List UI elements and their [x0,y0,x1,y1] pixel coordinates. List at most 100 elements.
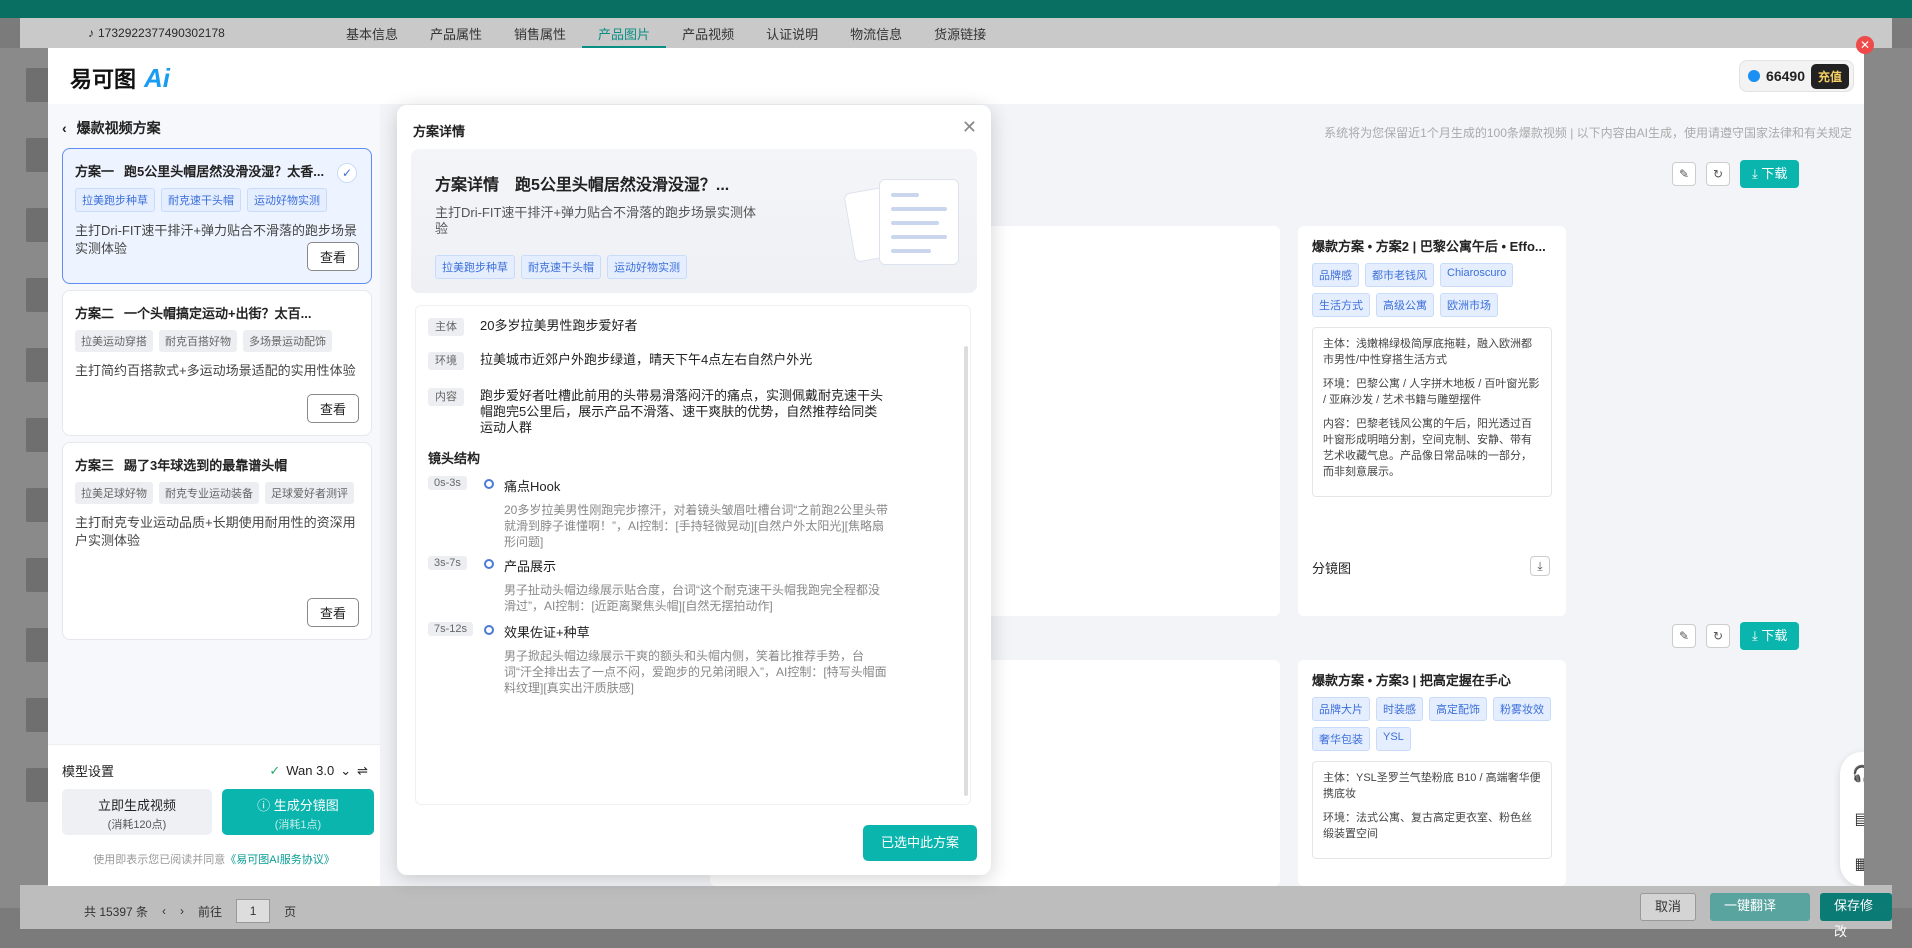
model-select[interactable]: ✓ Wan 3.0 ⌄ ⇌ [269,761,368,780]
shot-name: 痛点Hook [504,479,561,494]
plan-tag: 都市老钱风 [1365,263,1434,287]
model-label: 模型设置 [62,764,115,779]
next-page-icon[interactable]: › [180,904,184,918]
topup-button[interactable]: 充值 [1810,63,1849,89]
plan-card-1[interactable]: 方案一 跑5公里头帽居然没滑没湿？太香... ✓ 拉美跑步种草 耐克速干头帽 运动… [62,148,372,284]
timeline-dot-icon [484,625,494,635]
detail-hero-desc: 主打Dri-FIT速干排汗+弹力贴合不滑落的跑步场景实测体验 [435,205,757,236]
detail-panel-title: 方案详情 [413,124,466,139]
product-thumbnail [26,348,50,382]
background-right-panel [1862,48,1912,908]
back-icon[interactable]: ‹ [62,120,67,136]
help-icon: ⓘ [257,798,274,813]
product-thumbnail [26,138,50,172]
plan-tag: YSL [1376,727,1411,751]
shot-desc: 20多岁拉美男性刚跑完步擦汗，对着镜头皱眉吐槽台词“之前跑2公里头带就滑到脖子谁… [504,503,889,549]
detail-body: 主体 20多岁拉美男性跑步爱好者 环境 拉美城市近郊户外跑步绿道，晴天下午4点左… [415,305,971,805]
plan2-env: 环境：巴黎公寓 / 人字拼木地板 / 百叶窗光影 / 亚麻沙发 / 艺术书籍与雕… [1323,378,1540,406]
product-edit-tabbar: ♪ 1732922377490302178 基本信息 产品属性 销售属性 产品图片… [20,18,1892,48]
headset-icon[interactable]: 🎧 [1852,764,1864,784]
plan-card-3[interactable]: 方案三 踢了3年球选到的最靠谱头帽 拉美足球好物 耐克专业运动装备 足球爱好者测评… [62,442,372,640]
settings-sliders-icon[interactable]: ⇌ [357,763,368,779]
plan3-details: 主体：YSL圣罗兰气垫粉底 B10 / 高端奢华便携底妆 环境：法式公寓、复古高… [1312,761,1552,859]
confirm-plan-button[interactable]: 已选中此方案 [862,825,977,861]
view-button[interactable]: 查看 [306,394,359,423]
generate-storyboard-button[interactable]: ⓘ 生成分镜图 (消耗1点) [222,789,374,835]
page-input[interactable]: 1 [236,899,271,923]
plan-tag: 品牌感 [1312,263,1359,287]
total-count: 共 15397 条 [84,904,149,919]
detail-subject-row: 主体 20多岁拉美男性跑步爱好者 [428,318,888,336]
close-icon[interactable]: ✕ [962,117,977,138]
env-label: 环境 [428,352,464,370]
plan-card-desc: 主打简约百搭款式+多运动场景适配的实用性体验 [75,363,356,378]
save-button[interactable]: 保存修改 [1820,893,1892,939]
detail-content-row: 内容 跑步爱好者吐槽此前用的头带易滑落闷汗的痛点，实测佩戴耐克速干头帽跑完5公里… [428,388,888,436]
plan-tag: Chiaroscuro [1440,263,1514,287]
edit-icon[interactable]: ✎ [1672,162,1696,186]
generate-video-button[interactable]: 立即生成视频 (消耗120点) [62,789,212,835]
tab-product-images[interactable]: 产品图片 [582,18,667,48]
plan-tag: 耐克专业运动装备 [159,482,259,504]
plan-tag: 奢华包装 [1312,727,1370,751]
plan-tag: 高级公寓 [1376,293,1434,317]
download-icon[interactable]: ⤓ [1530,556,1550,576]
storyboard-label: 分镜图 [1312,561,1352,576]
scrollbar[interactable] [964,346,968,796]
pagination: 共 15397 条 ‹ › 前往 1 页 [84,899,296,923]
tab-certification[interactable]: 认证说明 [750,18,834,48]
download-icon: ⤓ [1752,166,1762,181]
tab-source-link[interactable]: 货源链接 [918,18,1002,48]
tab-sales-attrs[interactable]: 销售属性 [498,18,582,48]
plan-detail-panel: 方案详情 ✕ 方案详情 跑5公里头帽居然没滑没湿？... 主打Dri-FIT速干排… [397,105,991,875]
shot-item: 0s-3s 痛点Hook 20多岁拉美男性刚跑完步擦汗，对着镜头皱眉吐槽台词“之… [428,476,928,556]
product-thumbnail [26,558,50,592]
tab-basic-info[interactable]: 基本信息 [330,18,414,48]
tab-logistics[interactable]: 物流信息 [834,18,918,48]
edit-icon[interactable]: ✎ [1672,624,1696,648]
refresh-icon[interactable]: ↻ [1706,624,1730,648]
download-icon: ⤓ [1752,628,1762,643]
shot-desc: 男子扯动头帽边缘展示贴合度，台词“这个耐克速干头帽我跑完全程都没滑过”，AI控制… [504,583,880,613]
plan-card-title: 方案二 一个头帽搞定运动+出街？太百... [75,306,312,321]
refresh-icon[interactable]: ↻ [1706,162,1730,186]
plan-card-2[interactable]: 方案二 一个头帽搞定运动+出街？太百... 拉美运动穿搭 耐克百搭好物 多场景运动… [62,290,372,436]
plan-tag: 耐克百搭好物 [159,330,237,352]
view-button[interactable]: 查看 [306,242,359,271]
close-icon[interactable]: ✕ [1856,36,1874,54]
prev-page-icon[interactable]: ‹ [162,904,166,918]
document-illustration-icon [843,179,959,269]
plan2-subject: 主体：浅嫩棉绿极简厚底拖鞋，融入欧洲都市男性/中性穿搭生活方式 [1323,338,1532,366]
book-icon[interactable]: ▤ [1854,809,1864,829]
plan2-title: 爆款方案 • 方案2 | 巴黎公寓午后 • Effo... [1312,239,1546,254]
subject-label: 主体 [428,318,464,336]
plan-tag: 欧洲市场 [1440,293,1498,317]
plan-tag: 时装感 [1376,697,1423,721]
cancel-button[interactable]: 取消 [1640,893,1697,921]
shot-name: 效果佐证+种草 [504,625,590,640]
agreement-link[interactable]: 《易可图AI服务协议》 [225,854,334,866]
check-icon: ✓ [337,163,357,183]
shot-item: 7s-12s 效果佐证+种草 男子掀起头帽边缘展示干爽的额头和头帽内侧，笑着比推… [428,622,928,712]
tab-product-video[interactable]: 产品视频 [666,18,750,48]
agreement-text: 使用即表示您已阅读并同意《易可图AI服务协议》 [93,854,335,866]
apps-grid-icon[interactable]: ▦ [1854,854,1864,874]
tab-product-attrs[interactable]: 产品属性 [414,18,498,48]
shot-desc: 男子掀起头帽边缘展示干爽的额头和头帽内侧，笑着比推荐手势，台词“汗全排出去了一点… [504,649,887,695]
page-suffix: 页 [284,904,297,919]
download-button[interactable]: ⤓ 下载 [1740,622,1800,650]
shot-name: 产品展示 [504,559,557,574]
product-id: ♪ 1732922377490302178 [88,26,225,40]
product-thumbnail [26,68,50,102]
app-logo: 易可图 Ai [70,62,171,93]
plan-tag: 生活方式 [1312,293,1370,317]
download-button[interactable]: ⤓ 下载 [1740,160,1800,188]
plan-tag: 高定配饰 [1429,697,1487,721]
translate-button[interactable]: 一键翻译 [1710,893,1810,921]
product-thumbnail [26,208,50,242]
generate-panel: 模型设置 ✓ Wan 3.0 ⌄ ⇌ 立即生成视频 (消耗120点) ⓘ 生成分… [48,744,380,886]
plan3-actions: ✎ ↻ ⤓ 下载 [1672,622,1800,650]
product-thumbnail [26,768,50,802]
view-button[interactable]: 查看 [306,598,359,627]
credits-widget: 66490 充值 [1739,60,1854,92]
